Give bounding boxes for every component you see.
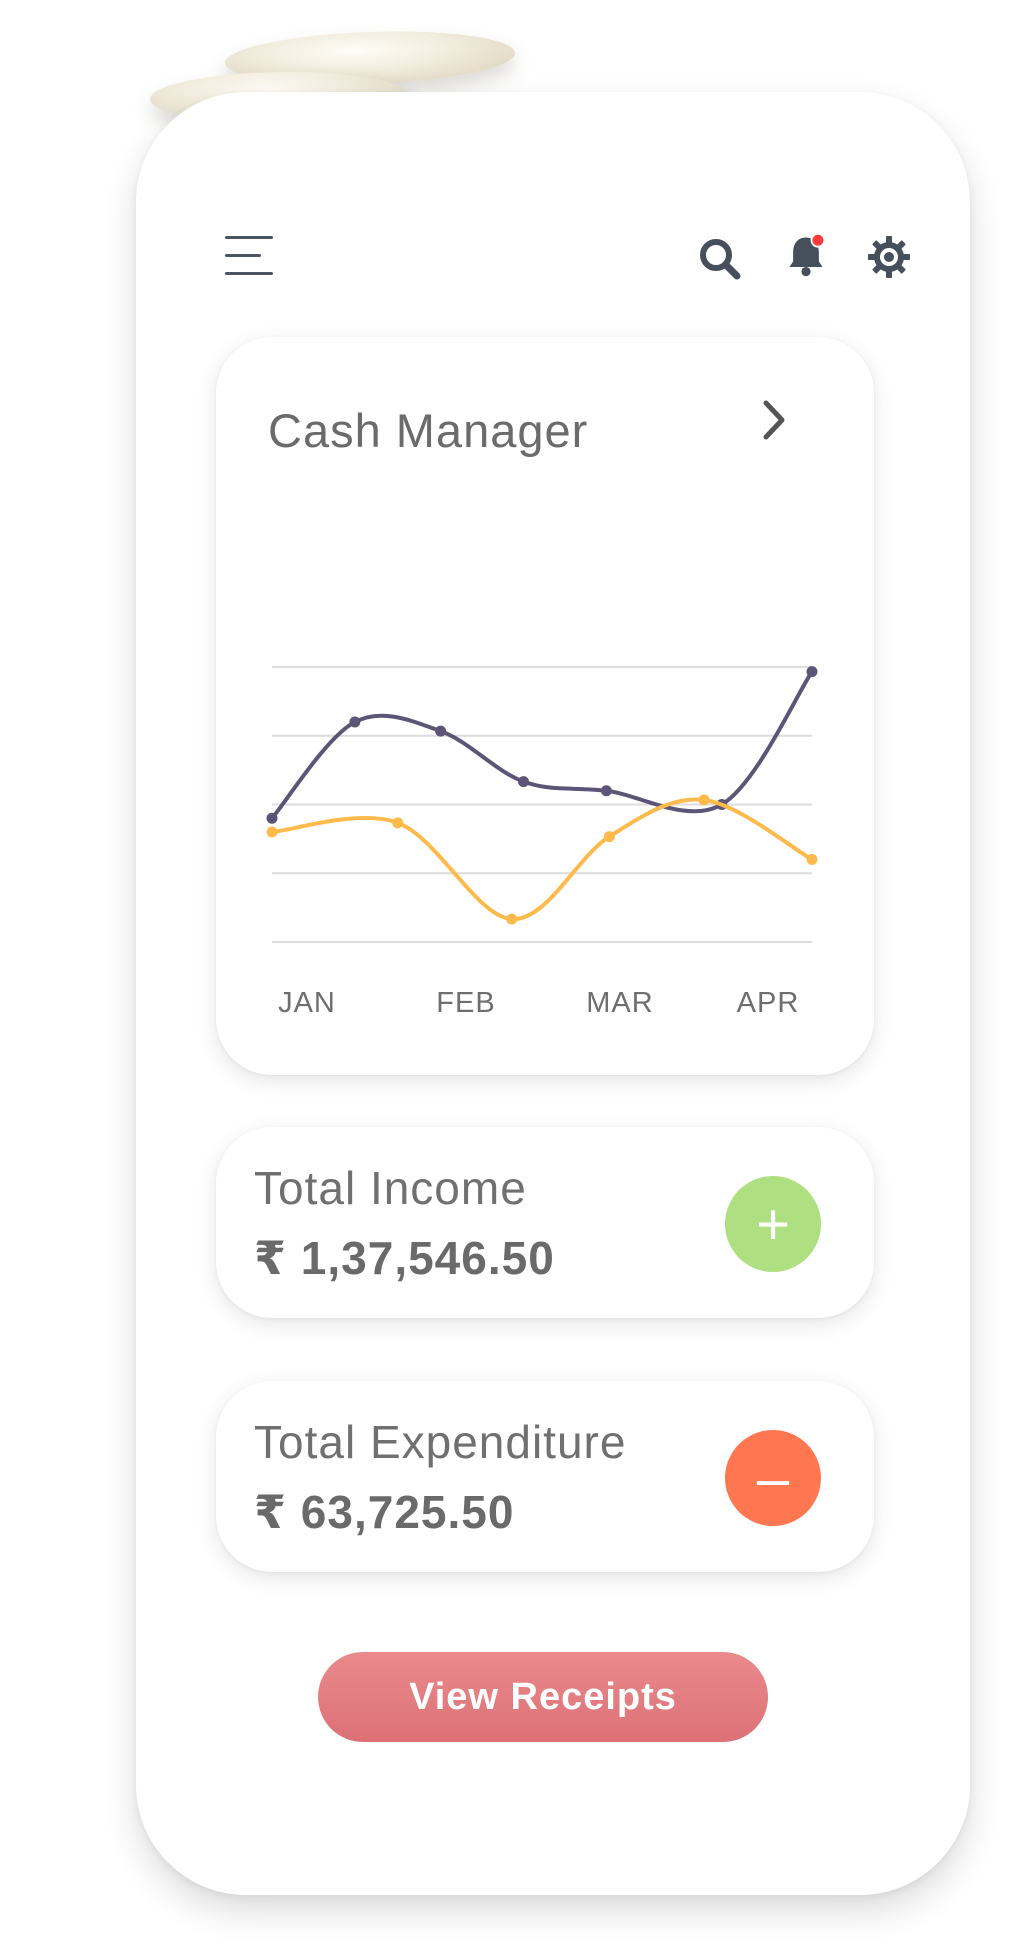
chart-series-line-2: [271, 797, 813, 922]
add-income-button[interactable]: +: [725, 1176, 821, 1272]
x-axis-label: JAN: [278, 987, 336, 1019]
notification-dot: [810, 232, 826, 248]
chart-point: [349, 716, 361, 728]
chart-point: [518, 776, 530, 788]
chart-point: [600, 785, 612, 797]
x-axis-label: MAR: [586, 987, 653, 1019]
minus-icon: –: [756, 1445, 790, 1511]
chart-point: [266, 826, 278, 838]
chart-series-line-1: [270, 670, 814, 820]
screen: Cash Manager JAN FEB MAR APR Total Income ₹…: [0, 0, 1031, 1960]
chart-point: [506, 913, 518, 925]
cash-flow-chart: JAN FEB MAR APR: [266, 666, 818, 1019]
bell-icon[interactable]: [783, 232, 829, 278]
settings-icon[interactable]: [866, 234, 912, 280]
total-expenditure-value: ₹ 63,725.50: [254, 1486, 515, 1538]
chart-point: [266, 812, 278, 824]
total-expenditure-label: Total Expenditure: [254, 1416, 627, 1468]
total-income-label: Total Income: [254, 1162, 527, 1214]
chart-point: [698, 794, 710, 806]
search-icon[interactable]: [697, 236, 743, 282]
total-income-value: ₹ 1,37,546.50: [254, 1232, 555, 1284]
hamburger-menu-icon[interactable]: [225, 236, 273, 276]
total-expenditure-card: Total Expenditure ₹ 63,725.50 –: [216, 1381, 874, 1572]
add-expense-button[interactable]: –: [725, 1430, 821, 1526]
chart-point: [392, 817, 404, 829]
total-income-card: Total Income ₹ 1,37,546.50 +: [216, 1127, 874, 1318]
plus-icon: +: [756, 1191, 790, 1257]
chart-point: [435, 725, 447, 737]
x-axis-label: APR: [737, 987, 800, 1019]
cash-manager-card[interactable]: Cash Manager JAN FEB MAR APR: [216, 337, 874, 1075]
chart-point: [603, 831, 615, 843]
chart-point: [806, 854, 818, 865]
chart-point: [806, 666, 818, 678]
view-receipts-button[interactable]: View Receipts: [318, 1652, 768, 1742]
x-axis-label: FEB: [436, 987, 495, 1019]
